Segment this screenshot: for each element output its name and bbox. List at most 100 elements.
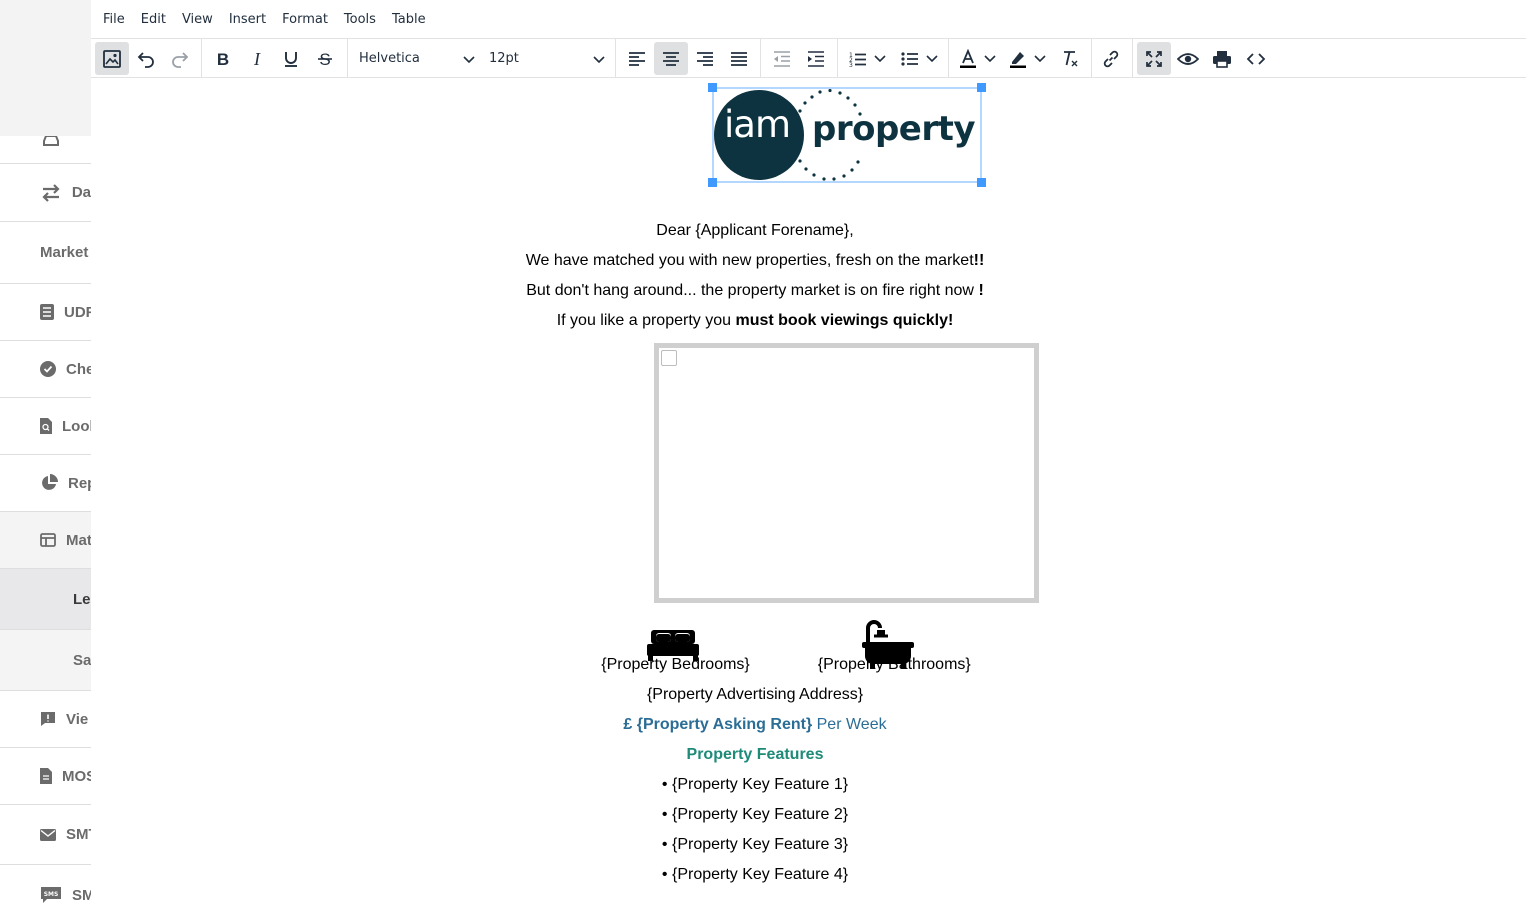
strikethrough-button[interactable]: S bbox=[308, 42, 342, 75]
sidebar-subitem-le[interactable]: Le bbox=[0, 569, 91, 630]
sidebar-item-che[interactable]: Che bbox=[0, 341, 91, 398]
font-size-select[interactable]: 12pt bbox=[489, 42, 607, 75]
resize-handle-nw[interactable] bbox=[708, 83, 717, 92]
logo-image[interactable]: iam property bbox=[708, 83, 986, 187]
indent-icon bbox=[808, 50, 824, 67]
outdent-button[interactable] bbox=[765, 42, 799, 75]
bullet-list-icon bbox=[901, 51, 918, 66]
print-button[interactable] bbox=[1205, 42, 1239, 75]
intro-emphasis-2: ! bbox=[978, 282, 984, 299]
source-code-button[interactable] bbox=[1239, 42, 1273, 75]
undo-button[interactable] bbox=[129, 42, 163, 75]
feature-text: • {Property Key Feature 4} bbox=[661, 866, 849, 883]
align-right-button[interactable] bbox=[688, 42, 722, 75]
sidebar-item-label: Rep bbox=[68, 474, 91, 492]
clear-formatting-icon bbox=[1064, 50, 1078, 66]
fullscreen-icon bbox=[1146, 50, 1162, 67]
logo-text-property: property bbox=[812, 109, 976, 149]
menu-insert[interactable]: Insert bbox=[229, 12, 266, 27]
address-line: {Property Advertising Address} bbox=[0, 686, 1510, 704]
pie-chart-icon bbox=[40, 474, 58, 492]
fullscreen-button[interactable] bbox=[1137, 42, 1171, 75]
sidebar-header-area bbox=[0, 0, 91, 136]
numbered-list-icon: 123 bbox=[849, 52, 866, 69]
menu-tools[interactable]: Tools bbox=[344, 12, 376, 27]
sidebar-item-label: Lool bbox=[62, 417, 91, 435]
sidebar-item-da[interactable]: Da bbox=[0, 164, 91, 222]
swap-arrows-icon bbox=[40, 183, 62, 202]
resize-handle-se[interactable] bbox=[977, 178, 986, 187]
outdent-icon bbox=[774, 50, 790, 67]
redo-button[interactable] bbox=[163, 42, 197, 75]
numbered-list-button[interactable]: 123 bbox=[842, 42, 894, 75]
redo-icon bbox=[172, 51, 189, 68]
resize-handle-sw[interactable] bbox=[708, 178, 717, 187]
link-button[interactable] bbox=[1094, 42, 1128, 75]
intro-line-2: But don't hang around... the property ma… bbox=[0, 282, 1510, 300]
clear-formatting-button[interactable] bbox=[1053, 42, 1087, 75]
bedrooms-field: {Property Bedrooms} bbox=[601, 656, 750, 673]
intro-text-3: If you like a property you bbox=[556, 312, 736, 329]
strikethrough-icon: S bbox=[318, 50, 332, 69]
chevron-down-icon bbox=[874, 54, 886, 62]
editor-document[interactable]: iam property Dear {Applicant Forename}, … bbox=[91, 78, 1526, 920]
sidebar-item-mat[interactable]: Mat bbox=[0, 512, 91, 569]
intro-text-1: We have matched you with new properties,… bbox=[525, 252, 974, 269]
font-family-select[interactable]: Helvetica bbox=[359, 42, 477, 75]
rent-suffix: Per Week bbox=[812, 716, 887, 733]
align-left-icon bbox=[629, 51, 645, 66]
rooms-line: {Property Bedrooms} {Property Bathrooms} bbox=[0, 656, 1510, 674]
sms-icon: SMS bbox=[40, 886, 62, 904]
broken-image-icon bbox=[661, 350, 677, 366]
indent-button[interactable] bbox=[799, 42, 833, 75]
undo-icon bbox=[137, 51, 154, 68]
image-icon bbox=[103, 49, 121, 68]
svg-text:SMS: SMS bbox=[44, 891, 59, 898]
image-button[interactable] bbox=[95, 42, 129, 75]
italic-button[interactable]: I bbox=[240, 42, 274, 75]
underline-button[interactable] bbox=[274, 42, 308, 75]
sidebar-item-partial[interactable] bbox=[0, 136, 91, 164]
resize-handle-ne[interactable] bbox=[977, 83, 986, 92]
align-center-icon bbox=[663, 51, 679, 66]
greeting-text: Dear {Applicant Forename}, bbox=[656, 222, 854, 239]
text-color-button[interactable] bbox=[953, 42, 1003, 75]
menu-format[interactable]: Format bbox=[282, 12, 328, 27]
justify-button[interactable] bbox=[722, 42, 756, 75]
editor-menubar: File Edit View Insert Format Tools Table bbox=[91, 0, 1526, 39]
chevron-down-icon bbox=[463, 56, 475, 64]
underline-icon bbox=[285, 51, 297, 67]
sidebar-item-lool[interactable]: Lool bbox=[0, 398, 91, 455]
intro-emphasis-3: must book viewings quickly! bbox=[735, 312, 954, 329]
intro-text-2: But don't hang around... the property ma… bbox=[526, 282, 979, 299]
align-right-icon bbox=[697, 51, 713, 66]
svg-text:B: B bbox=[217, 50, 229, 69]
address-field: {Property Advertising Address} bbox=[646, 686, 864, 703]
feature-text: • {Property Key Feature 1} bbox=[661, 776, 849, 793]
menu-edit[interactable]: Edit bbox=[141, 12, 166, 27]
link-icon bbox=[1103, 50, 1119, 67]
sidebar-item-rep[interactable]: Rep bbox=[0, 455, 91, 512]
preview-button[interactable] bbox=[1171, 42, 1205, 75]
features-heading-text: Property Features bbox=[686, 746, 824, 763]
bullet-list-button[interactable] bbox=[894, 42, 946, 75]
chevron-down-icon bbox=[984, 54, 996, 62]
menu-file[interactable]: File bbox=[103, 12, 125, 27]
check-circle-icon bbox=[40, 361, 56, 377]
sidebar-item-label: Che bbox=[66, 360, 91, 378]
menu-view[interactable]: View bbox=[182, 12, 213, 27]
code-icon bbox=[1246, 52, 1266, 65]
property-image-placeholder[interactable] bbox=[654, 343, 1039, 603]
feature-text: • {Property Key Feature 3} bbox=[661, 836, 849, 853]
intro-line-3: If you like a property you must book vie… bbox=[0, 312, 1510, 330]
menu-table[interactable]: Table bbox=[392, 12, 426, 27]
layout-icon bbox=[40, 533, 56, 547]
highlighter-icon bbox=[1010, 51, 1026, 68]
highlight-color-button[interactable] bbox=[1003, 42, 1053, 75]
align-center-button[interactable] bbox=[654, 42, 688, 75]
bold-button[interactable]: B bbox=[206, 42, 240, 75]
sidebar-item-label: Le bbox=[73, 590, 91, 608]
file-search-icon bbox=[40, 418, 52, 434]
bold-icon: B bbox=[217, 50, 229, 69]
align-left-button[interactable] bbox=[620, 42, 654, 75]
